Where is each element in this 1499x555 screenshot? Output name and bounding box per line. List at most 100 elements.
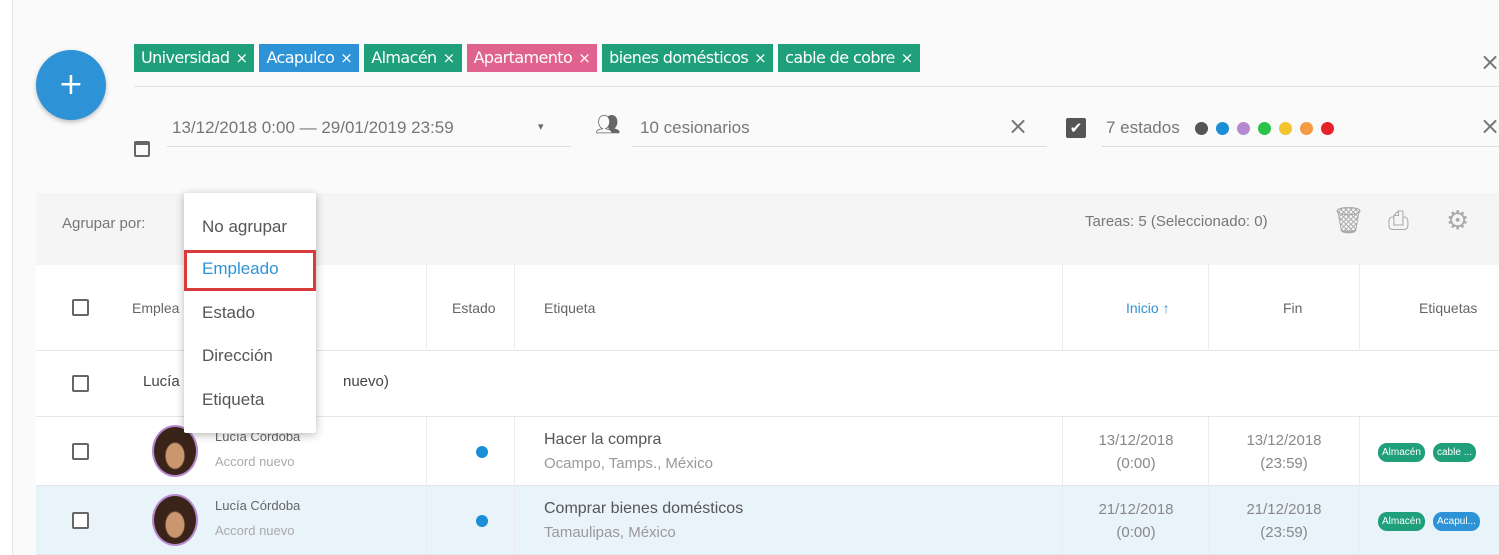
print-icon[interactable]: ⎙ bbox=[1388, 206, 1409, 237]
filter-tag[interactable]: Acapulco × bbox=[259, 44, 360, 72]
end-time: (23:59) bbox=[1260, 455, 1308, 472]
group-by-label: Agrupar por: bbox=[62, 215, 146, 232]
row-checkbox[interactable] bbox=[72, 512, 89, 529]
filter-tag[interactable]: Universidad × bbox=[134, 44, 255, 72]
row-checkbox[interactable] bbox=[72, 443, 89, 460]
filter-tag-label: Almacén bbox=[371, 48, 437, 67]
status-dots bbox=[1195, 122, 1334, 135]
menu-item-label[interactable]: Etiqueta bbox=[202, 390, 264, 410]
menu-item-state[interactable]: Estado bbox=[202, 303, 255, 323]
clear-status-button[interactable]: × bbox=[1480, 112, 1499, 140]
column-state[interactable]: Estado bbox=[452, 300, 496, 316]
group-checkbox[interactable] bbox=[72, 375, 89, 392]
status-field[interactable]: 7 estados bbox=[1106, 118, 1180, 138]
add-task-button[interactable]: + bbox=[36, 50, 106, 120]
filter-tag-label: Acapulco bbox=[266, 48, 335, 67]
row-tag[interactable]: cable ... bbox=[1433, 443, 1477, 462]
assignee-field-underline bbox=[632, 146, 1047, 147]
close-icon[interactable]: × bbox=[340, 49, 353, 67]
status-color-dot bbox=[1237, 122, 1250, 135]
column-employee[interactable]: Emplea bbox=[132, 300, 179, 316]
column-divider bbox=[514, 265, 515, 351]
group-title-end: nuevo) bbox=[343, 373, 389, 390]
close-icon[interactable]: × bbox=[754, 49, 767, 67]
column-tags[interactable]: Etiquetas bbox=[1419, 300, 1477, 316]
status-color-dot bbox=[1195, 122, 1208, 135]
task-address: Ocampo, Tamps., México bbox=[544, 455, 713, 472]
clear-tags-button[interactable]: × bbox=[1480, 48, 1499, 76]
selection-highlight bbox=[184, 250, 316, 291]
status-color-dot bbox=[1216, 122, 1229, 135]
column-divider bbox=[426, 265, 427, 351]
column-divider bbox=[1208, 486, 1209, 555]
column-divider bbox=[514, 417, 515, 486]
column-divider bbox=[1062, 265, 1063, 351]
filter-tag-label: cable de cobre bbox=[785, 48, 895, 67]
employee-account: Accord nuevo bbox=[215, 523, 295, 538]
table-row[interactable]: Lucía Córdoba Accord nuevo Comprar biene… bbox=[36, 486, 1499, 555]
people-icon: 👥︎ bbox=[595, 112, 621, 136]
filter-tags: Universidad × Acapulco × Almacén × Apartame… bbox=[134, 44, 920, 72]
left-border bbox=[12, 0, 13, 555]
menu-item-address[interactable]: Dirección bbox=[202, 346, 273, 366]
row-tag[interactable]: Almacén bbox=[1378, 512, 1425, 531]
close-icon[interactable]: × bbox=[443, 49, 456, 67]
row-tag[interactable]: Almacén bbox=[1378, 443, 1425, 462]
state-dot bbox=[476, 446, 488, 458]
column-divider bbox=[426, 417, 427, 486]
end-date: 13/12/2018 bbox=[1246, 432, 1322, 449]
start-date: 13/12/2018 bbox=[1098, 432, 1174, 449]
filter-tag[interactable]: Apartamento × bbox=[466, 44, 598, 72]
column-divider bbox=[1208, 417, 1209, 486]
task-title: Comprar bienes domésticos bbox=[544, 500, 744, 517]
filter-tag-label: Apartamento bbox=[473, 48, 573, 67]
column-label[interactable]: Etiqueta bbox=[544, 300, 595, 316]
menu-item-no-group[interactable]: No agrupar bbox=[202, 217, 287, 237]
column-start[interactable]: Inicio ↑ bbox=[1126, 300, 1170, 316]
column-divider bbox=[514, 486, 515, 555]
start-time: (0:00) bbox=[1116, 524, 1156, 541]
state-dot bbox=[476, 515, 488, 527]
start-time: (0:00) bbox=[1116, 455, 1156, 472]
status-color-dot bbox=[1321, 122, 1334, 135]
task-address: Tamaulipas, México bbox=[544, 524, 676, 541]
filter-tag-label: Universidad bbox=[141, 48, 230, 67]
trash-icon[interactable]: 🗑︎ bbox=[1332, 206, 1365, 236]
task-title: Hacer la compra bbox=[544, 431, 662, 448]
filter-tag[interactable]: cable de cobre × bbox=[778, 44, 920, 72]
column-divider bbox=[1062, 417, 1063, 486]
filter-tag-label: bienes domésticos bbox=[609, 48, 749, 67]
date-range-field[interactable]: 13/12/2018 0:00 — 29/01/2019 23:59 bbox=[172, 118, 454, 138]
close-icon[interactable]: × bbox=[236, 49, 249, 67]
avatar bbox=[152, 494, 198, 546]
employee-account: Accord nuevo bbox=[215, 454, 295, 469]
column-divider bbox=[426, 486, 427, 555]
chevron-down-icon[interactable]: ▾ bbox=[538, 120, 544, 133]
filter-tag[interactable]: bienes domésticos × bbox=[602, 44, 774, 72]
end-time: (23:59) bbox=[1260, 524, 1308, 541]
filter-tag[interactable]: Almacén × bbox=[364, 44, 462, 72]
column-end[interactable]: Fin bbox=[1283, 300, 1302, 316]
date-field-underline bbox=[167, 146, 571, 147]
column-divider bbox=[1062, 486, 1063, 555]
column-divider bbox=[1359, 417, 1360, 486]
status-color-dot bbox=[1258, 122, 1271, 135]
end-date: 21/12/2018 bbox=[1246, 501, 1322, 518]
status-color-dot bbox=[1300, 122, 1313, 135]
clear-assignees-button[interactable]: × bbox=[1008, 112, 1028, 140]
status-field-underline bbox=[1102, 146, 1499, 147]
gear-icon[interactable]: ⚙︎ bbox=[1446, 206, 1469, 236]
column-divider bbox=[1359, 265, 1360, 351]
close-icon[interactable]: × bbox=[901, 49, 914, 67]
start-date: 21/12/2018 bbox=[1098, 501, 1174, 518]
close-icon[interactable]: × bbox=[578, 49, 591, 67]
column-divider bbox=[1208, 265, 1209, 351]
employee-name: Lucía Córdoba bbox=[215, 498, 301, 513]
row-tag[interactable]: Acapul... bbox=[1433, 512, 1480, 531]
assignee-field[interactable]: 10 cesionarios bbox=[640, 118, 750, 138]
select-all-checkbox[interactable] bbox=[72, 299, 89, 316]
tags-field-underline bbox=[134, 86, 1499, 87]
status-checkbox-icon[interactable]: ✔ bbox=[1066, 118, 1086, 138]
calendar-icon bbox=[134, 141, 150, 157]
column-divider bbox=[1359, 486, 1360, 555]
